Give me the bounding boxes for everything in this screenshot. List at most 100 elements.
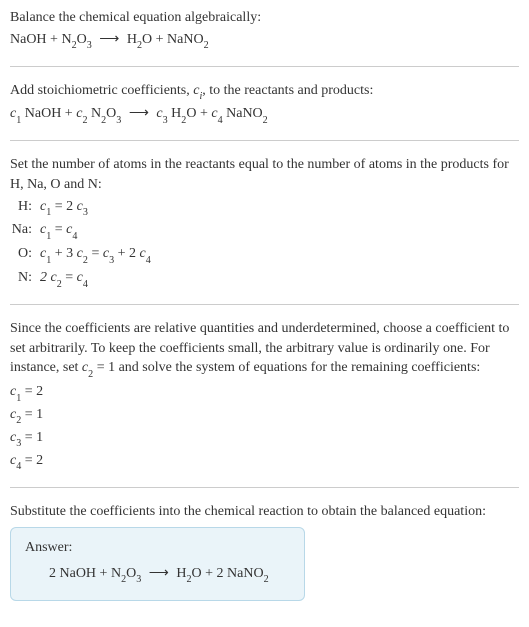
- atom-balance-table: H: c1 = 2 c3 Na: c1 = c4 O: c1 + 3 c2 = …: [10, 197, 519, 291]
- sp2: N: [87, 106, 101, 121]
- m: =: [51, 222, 66, 237]
- intro-text: Balance the chemical equation algebraica…: [10, 8, 519, 28]
- s3c: 3: [136, 574, 141, 585]
- stoich-text-a: Add stoichiometric coefficients,: [10, 83, 193, 98]
- divider: [10, 140, 519, 141]
- s: 1: [46, 231, 51, 242]
- s2h: 2: [186, 574, 191, 585]
- c2s: 2: [82, 115, 87, 126]
- sub-2c: 2: [204, 40, 209, 51]
- c3s: 3: [163, 115, 168, 126]
- stoich-equation: c1 NaOH + c2 N2O3 ⟶ c3 H2O + c4 NaNO2: [10, 104, 519, 126]
- v2: c: [77, 270, 83, 285]
- ans-d: O + 2 NaNO: [192, 566, 264, 581]
- divider: [10, 66, 519, 67]
- ce: = 2: [21, 453, 43, 468]
- ci-sub: i: [199, 91, 202, 102]
- ans-a: 2 NaOH + N: [49, 566, 121, 581]
- sub-3: 3: [87, 40, 92, 51]
- answer-equation: 2 NaOH + N2O3 ⟶ H2O + 2 NaNO2: [25, 564, 290, 586]
- ce: = 2: [21, 384, 43, 399]
- atom-balance-intro: Set the number of atoms in the reactants…: [10, 155, 519, 194]
- row-expr: 2 c2 = c4: [40, 268, 88, 290]
- solve-b: = 1 and solve the system of equations fo…: [93, 360, 480, 375]
- table-row: Na: c1 = c4: [10, 220, 519, 242]
- s2: 3: [83, 207, 88, 218]
- arrow-icon-3: ⟶: [149, 564, 169, 584]
- sub-2e: 2: [181, 115, 186, 126]
- row-label: N:: [10, 268, 40, 288]
- c3: c: [156, 106, 162, 121]
- eq-rhs-2: O + NaNO: [142, 32, 204, 47]
- row-expr: c1 + 3 c2 = c3 + 2 c4: [40, 244, 151, 266]
- v2: c: [77, 246, 83, 261]
- eq-rhs-1: H: [127, 32, 137, 47]
- table-row: H: c1 = 2 c3: [10, 197, 519, 219]
- answer-box: Answer: 2 NaOH + N2O3 ⟶ H2O + 2 NaNO2: [10, 527, 305, 601]
- sub-3b: 3: [116, 115, 121, 126]
- stoich-section: Add stoichiometric coefficients, ci, to …: [10, 81, 519, 127]
- m: + 3: [51, 246, 73, 261]
- s: 1: [46, 207, 51, 218]
- c4: c: [211, 106, 217, 121]
- arrow-icon-2: ⟶: [129, 104, 149, 124]
- s2: 2: [83, 255, 88, 266]
- sp5: O +: [186, 106, 211, 121]
- eq-lhs-1: NaOH + N: [10, 32, 72, 47]
- intro-equation: NaOH + N2O3 ⟶ H2O + NaNO2: [10, 30, 519, 52]
- intro-section: Balance the chemical equation algebraica…: [10, 8, 519, 52]
- s: 1: [46, 255, 51, 266]
- coef-line: c3 = 1: [10, 428, 519, 450]
- arrow-icon: ⟶: [99, 30, 119, 50]
- s2i: 2: [264, 574, 269, 585]
- substitute-text: Substitute the coefficients into the che…: [10, 502, 519, 522]
- row-label: Na:: [10, 220, 40, 240]
- ans-c: H: [176, 566, 186, 581]
- v: 2 c: [40, 270, 57, 285]
- atom-balance-section: Set the number of atoms in the reactants…: [10, 155, 519, 290]
- cs: 3: [16, 438, 21, 449]
- solve-section: Since the coefficients are relative quan…: [10, 319, 519, 473]
- coef-line: c4 = 2: [10, 451, 519, 473]
- ans-b: O: [126, 566, 136, 581]
- sp6: NaNO: [223, 106, 263, 121]
- sub-2f: 2: [263, 115, 268, 126]
- tb: + 2: [114, 246, 136, 261]
- coef-line: c1 = 2: [10, 382, 519, 404]
- sub-2b: 2: [137, 40, 142, 51]
- cs: 4: [16, 461, 21, 472]
- stoich-text: Add stoichiometric coefficients, ci, to …: [10, 81, 519, 103]
- c2vs: 2: [88, 369, 93, 380]
- solve-text: Since the coefficients are relative quan…: [10, 319, 519, 380]
- cs: 2: [16, 415, 21, 426]
- ta: =: [88, 246, 103, 261]
- substitute-section: Substitute the coefficients into the che…: [10, 502, 519, 601]
- t2: c: [140, 246, 146, 261]
- row-label: H:: [10, 197, 40, 217]
- stoich-text-b: , to the reactants and products:: [202, 83, 373, 98]
- s2g: 2: [121, 574, 126, 585]
- table-row: N: 2 c2 = c4: [10, 268, 519, 290]
- t2s: 4: [146, 255, 151, 266]
- t1s: 3: [109, 255, 114, 266]
- sub-2d: 2: [101, 115, 106, 126]
- s: 2: [57, 279, 62, 290]
- sp4: H: [171, 106, 181, 121]
- c4s: 4: [218, 115, 223, 126]
- s2: 4: [72, 231, 77, 242]
- v2: c: [77, 199, 83, 214]
- divider: [10, 487, 519, 488]
- table-row: O: c1 + 3 c2 = c3 + 2 c4: [10, 244, 519, 266]
- cs: 1: [16, 393, 21, 404]
- eq-lhs-2: O: [77, 32, 87, 47]
- coef-line: c2 = 1: [10, 405, 519, 427]
- ce: = 1: [21, 430, 43, 445]
- ce: = 1: [21, 407, 43, 422]
- row-expr: c1 = 2 c3: [40, 197, 88, 219]
- s2: 4: [83, 279, 88, 290]
- row-expr: c1 = c4: [40, 220, 77, 242]
- divider: [10, 304, 519, 305]
- m: = 2: [51, 199, 73, 214]
- sp1: NaOH +: [21, 106, 76, 121]
- sp3: O: [106, 106, 116, 121]
